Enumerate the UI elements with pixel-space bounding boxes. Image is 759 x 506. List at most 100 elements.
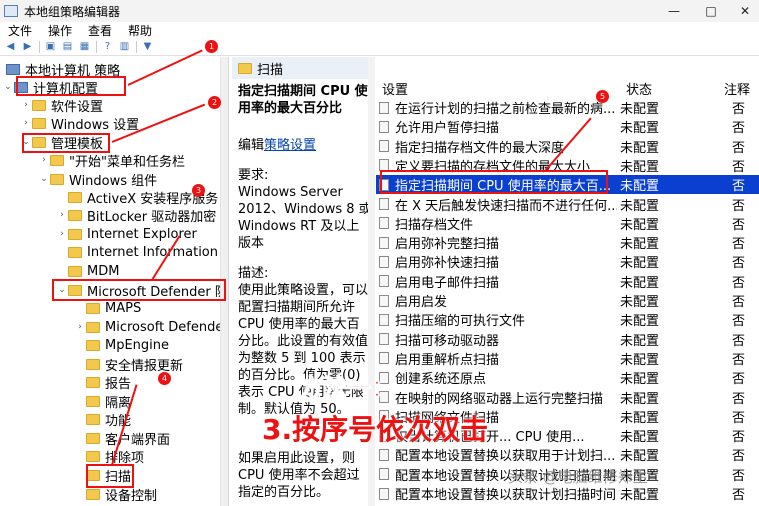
policy-state: 未配置 <box>620 102 660 117</box>
tree-item-label: MAPS <box>105 300 142 316</box>
requirements-label: 要求: <box>238 168 269 183</box>
edit-policy-line: 编辑策略设置 <box>238 134 316 153</box>
policy-row[interactable]: 扫描存档文件 未配置 否 <box>376 214 759 233</box>
collapse-arrow-icon[interactable]: ⌄ <box>2 82 14 92</box>
folder-icon <box>86 321 100 333</box>
menu-help[interactable]: 帮助 <box>128 22 152 39</box>
policy-comment: 否 <box>732 275 746 291</box>
tree-scrollbar[interactable] <box>220 57 228 506</box>
policy-name: 启用重解析点扫描 <box>395 352 500 368</box>
expand-arrow-icon[interactable]: › <box>38 155 50 165</box>
policy-comment: 否 <box>732 333 746 349</box>
tree-item-label: 报告 <box>105 376 132 392</box>
tree-item-label: 客户端界面 <box>105 432 171 448</box>
filter-icon[interactable]: ▼ <box>141 41 154 53</box>
tree-item-exclusions[interactable]: 排除项 <box>74 447 144 466</box>
tree-item-computer-config[interactable]: ⌄ 计算机配置 <box>2 78 98 97</box>
policy-setting-icon <box>379 313 389 326</box>
policy-name: 配置本地设置替换以获取用于计划扫... <box>395 449 616 465</box>
policy-comment: 否 <box>732 237 746 253</box>
policy-row[interactable]: 在运行计划的扫描之前检查最新的病... 未配置 否 <box>376 98 759 117</box>
policy-row[interactable]: 启用重解析点扫描 未配置 否 <box>376 349 759 368</box>
tree-item-device-control[interactable]: 设备控制 <box>74 485 157 504</box>
back-icon[interactable]: ◀ <box>4 41 17 53</box>
expand-arrow-icon[interactable]: › <box>20 118 32 128</box>
menu-bar: 文件 操作 查看 帮助 <box>0 22 759 38</box>
toolbar-divider <box>96 40 97 53</box>
tree-item-defender[interactable]: ⌄ Microsoft Defender 防 <box>56 281 228 300</box>
policy-row[interactable]: 扫描可移动驱动器 未配置 否 <box>376 330 759 349</box>
policy-row[interactable]: 启用弥补完整扫描 未配置 否 <box>376 233 759 252</box>
collapse-arrow-icon[interactable]: ⌄ <box>20 137 32 147</box>
collapse-arrow-icon[interactable]: ⌄ <box>56 285 68 295</box>
column-state[interactable]: 状态 <box>626 79 652 98</box>
policy-setting-icon <box>379 159 389 172</box>
policy-row[interactable]: 扫描压缩的可执行文件 未配置 否 <box>376 310 759 329</box>
policy-row[interactable]: 定义要扫描的存档文件的最大大小 未配置 否 <box>376 156 759 175</box>
policy-comment: 否 <box>732 102 746 117</box>
policy-row[interactable]: 在映射的网络驱动器上运行完整扫描 未配置 否 <box>376 388 759 407</box>
policy-comment: 否 <box>732 430 746 446</box>
policy-row[interactable]: 指定扫描期间 CPU 使用率的最大百... 未配置 否 <box>376 175 759 195</box>
minimize-button[interactable]: — <box>657 0 691 22</box>
tree-root[interactable]: 本地计算机 策略 <box>6 60 121 79</box>
tree-item-mdm[interactable]: MDM <box>56 262 119 280</box>
tree-item-iis[interactable]: Internet Information S <box>56 243 228 261</box>
expand-arrow-icon[interactable]: › <box>56 229 68 239</box>
column-setting[interactable]: 设置 <box>382 79 408 98</box>
tree-item-admin-templates[interactable]: ⌄ 管理模板 <box>20 133 103 152</box>
gpedit-window: 本地组策略编辑器 — □ ✕ 文件 操作 查看 帮助 ◀ ▶ ▣ ▤ ▦ ? ▥… <box>0 0 759 506</box>
policy-row[interactable]: 在 X 天后触发快速扫描而不进行任何... 未配置 否 <box>376 195 759 214</box>
policy-name: 在运行计划的扫描之前检查最新的病... <box>395 102 616 117</box>
tree-item-maps[interactable]: MAPS <box>74 299 141 317</box>
collapse-arrow-icon[interactable]: ⌄ <box>38 174 50 184</box>
show-hide-tree-icon[interactable]: ▤ <box>61 41 74 53</box>
policy-row[interactable]: 配置本地设置替换以获取用于计划扫... 未配置 否 <box>376 445 759 464</box>
policy-row[interactable]: 启用电子邮件扫描 未配置 否 <box>376 272 759 291</box>
description-label: 描述: <box>238 266 269 281</box>
folder-icon <box>68 265 82 277</box>
edit-policy-link[interactable]: 策略设置 <box>264 138 316 153</box>
policy-state: 未配置 <box>620 179 660 195</box>
menu-action[interactable]: 操作 <box>48 22 72 39</box>
policy-row[interactable]: 启用启发 未配置 否 <box>376 291 759 310</box>
properties-icon[interactable]: ▥ <box>118 41 131 53</box>
edit-prefix: 编辑 <box>238 138 265 153</box>
folder-icon <box>68 246 82 258</box>
forward-icon[interactable]: ▶ <box>21 41 34 53</box>
tree-item-windows-settings[interactable]: › Windows 设置 <box>20 114 139 133</box>
policy-title: 指定扫描期间 CPU 使用率的最大百分比 <box>238 84 368 116</box>
policy-state: 未配置 <box>620 198 660 214</box>
close-button[interactable]: ✕ <box>728 0 759 22</box>
policy-name: 扫描存档文件 <box>395 217 474 233</box>
tree-item-bitlocker[interactable]: › BitLocker 驱动器加密 <box>56 206 216 225</box>
help-icon[interactable]: ? <box>101 41 114 53</box>
policy-row[interactable]: 允许用户暂停扫描 未配置否 <box>376 117 759 136</box>
tree-root-label: 本地计算机 策略 <box>25 63 121 79</box>
policy-row[interactable]: 创建系统还原点 未配置 否 <box>376 368 759 387</box>
expand-arrow-icon[interactable]: › <box>74 322 86 332</box>
column-comment[interactable]: 注释 <box>724 79 750 98</box>
tree-item-scan[interactable]: 扫描 <box>74 466 131 485</box>
tree-item-mpengine[interactable]: MpEngine <box>74 336 169 354</box>
tree-item-quarantine[interactable]: 隔离 <box>74 392 131 411</box>
tree-item-security-intel[interactable]: 安全情报更新 <box>74 355 183 374</box>
folder-icon <box>86 432 100 444</box>
tree-item-defender-sub[interactable]: › Microsoft Defende <box>74 318 223 336</box>
expand-arrow-icon[interactable]: › <box>20 100 32 110</box>
tree-item-windows-components[interactable]: ⌄ Windows 组件 <box>38 170 157 189</box>
tree-item-reporting[interactable]: 报告 <box>74 373 132 392</box>
export-list-icon[interactable]: ▦ <box>78 41 91 53</box>
tree-item-software-settings[interactable]: › 软件设置 <box>20 96 103 115</box>
instruction-caption: 3.按序号依次双击 <box>262 413 489 446</box>
policy-row[interactable]: 启用弥补快速扫描 未配置 否 <box>376 252 759 271</box>
window-title: 本地组策略编辑器 <box>24 4 121 19</box>
tree-item-start-menu[interactable]: › "开始"菜单和任务栏 <box>38 151 185 170</box>
menu-view[interactable]: 查看 <box>88 22 112 39</box>
folder-icon <box>32 117 46 129</box>
menu-file[interactable]: 文件 <box>8 22 32 39</box>
policy-comment: 否 <box>732 159 746 175</box>
maximize-button[interactable]: □ <box>694 0 728 22</box>
up-folder-icon[interactable]: ▣ <box>44 41 57 53</box>
expand-arrow-icon[interactable]: › <box>56 210 68 220</box>
